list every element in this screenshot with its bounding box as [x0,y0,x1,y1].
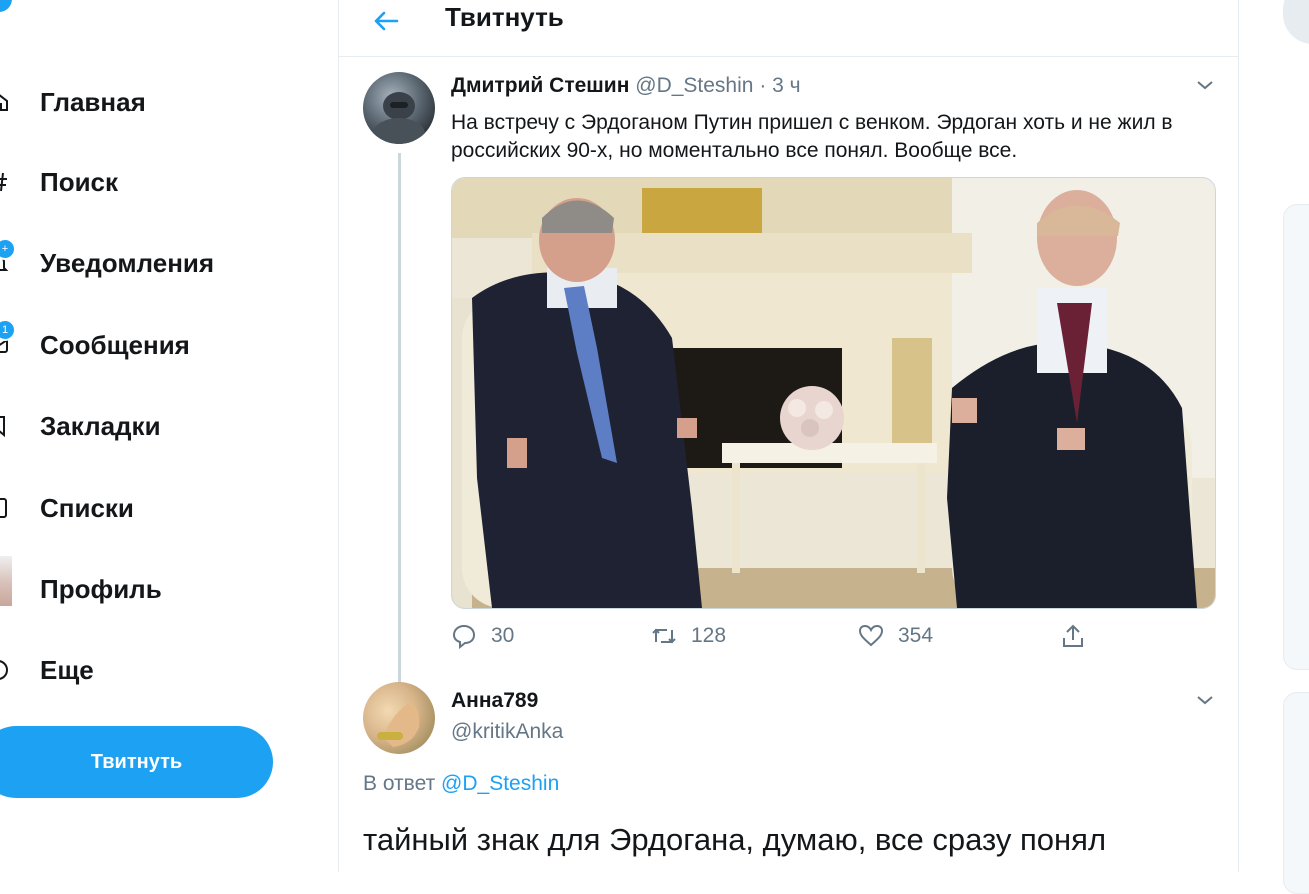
reply-tweet[interactable]: Анна789 @kritikAnka В ответ @D_Steshin т… [339,672,1238,872]
heart-icon [858,624,884,647]
tweet-actions: 30 128 354 [451,623,1211,653]
more-circle-icon [0,660,8,680]
notification-badge: + [0,238,16,260]
retweet-count: 128 [691,624,727,647]
author-name[interactable]: Дмитрий Стешин [451,74,629,97]
avatar-image [377,702,420,747]
photo-image [452,178,1215,608]
trends-card [1283,204,1309,670]
hashtag-icon [0,172,7,192]
tweet-author-row: Дмитрий Стешин @D_Steshin · 3 ч [451,74,801,98]
who-to-follow-card [1283,692,1309,894]
page-title: Твитнуть [445,2,564,32]
tweet-button[interactable]: Твитнуть [0,726,273,798]
sidebar-item-label: Еще [40,654,94,685]
in-reply-to: В ответ @D_Steshin [363,772,559,796]
avatar-image [373,92,425,144]
share-button[interactable] [1060,623,1100,649]
reply-icon [452,624,476,649]
sidebar-item-label: Поиск [40,166,119,197]
reply-button[interactable]: 30 [451,623,514,649]
sidebar: Главная Поиск + Уведомления 1 Сообщения … [0,0,338,872]
tweet-button-label: Твитнуть [90,750,183,773]
sidebar-item-label: Профиль [40,573,162,604]
reply-text: тайный знак для Эрдогана, думаю, все сра… [363,822,1107,857]
in-reply-prefix: В ответ [363,772,436,795]
sidebar-item-label: Сообщения [40,329,190,360]
sidebar-item-label: Закладки [40,410,161,441]
avatar[interactable] [363,682,435,754]
list-icon [0,498,7,518]
tweet-text: На встречу с Эрдоганом Путин пришел с ве… [451,111,1173,162]
twitter-logo-icon[interactable] [0,0,12,12]
back-arrow-icon[interactable] [371,6,401,36]
avatar[interactable] [363,72,435,144]
search-box[interactable] [1283,0,1309,44]
thread-line [398,153,401,731]
sidebar-item-label: Списки [40,492,134,523]
messages-badge: 1 [0,319,16,341]
sidebar-item-label: Уведомления [40,247,215,278]
retweet-button[interactable]: 128 [651,623,726,649]
sidebar-item-label: Главная [40,86,146,117]
tweet-photo[interactable] [451,177,1216,609]
home-icon [0,94,8,111]
bookmark-icon [0,416,5,438]
author-name[interactable]: Анна789 [451,689,538,713]
profile-avatar [0,556,12,606]
share-icon [1063,624,1083,647]
page-header: Твитнуть [339,0,1238,57]
retweet-icon [652,628,676,644]
author-handle[interactable]: @D_Steshin [635,74,753,97]
in-reply-link[interactable]: @D_Steshin [441,772,559,795]
tweet-time[interactable]: 3 ч [772,74,800,97]
author-handle[interactable]: @kritikAnka [451,720,563,744]
chevron-down-icon[interactable] [1193,73,1217,97]
separator: · [759,74,767,97]
chevron-down-icon[interactable] [1193,688,1217,712]
like-count: 354 [898,624,934,647]
main-column: Твитнуть Дмитрий Стешин @D_Steshin · 3 ч… [338,0,1239,872]
like-button[interactable]: 354 [858,623,933,649]
reply-count: 30 [491,624,515,647]
